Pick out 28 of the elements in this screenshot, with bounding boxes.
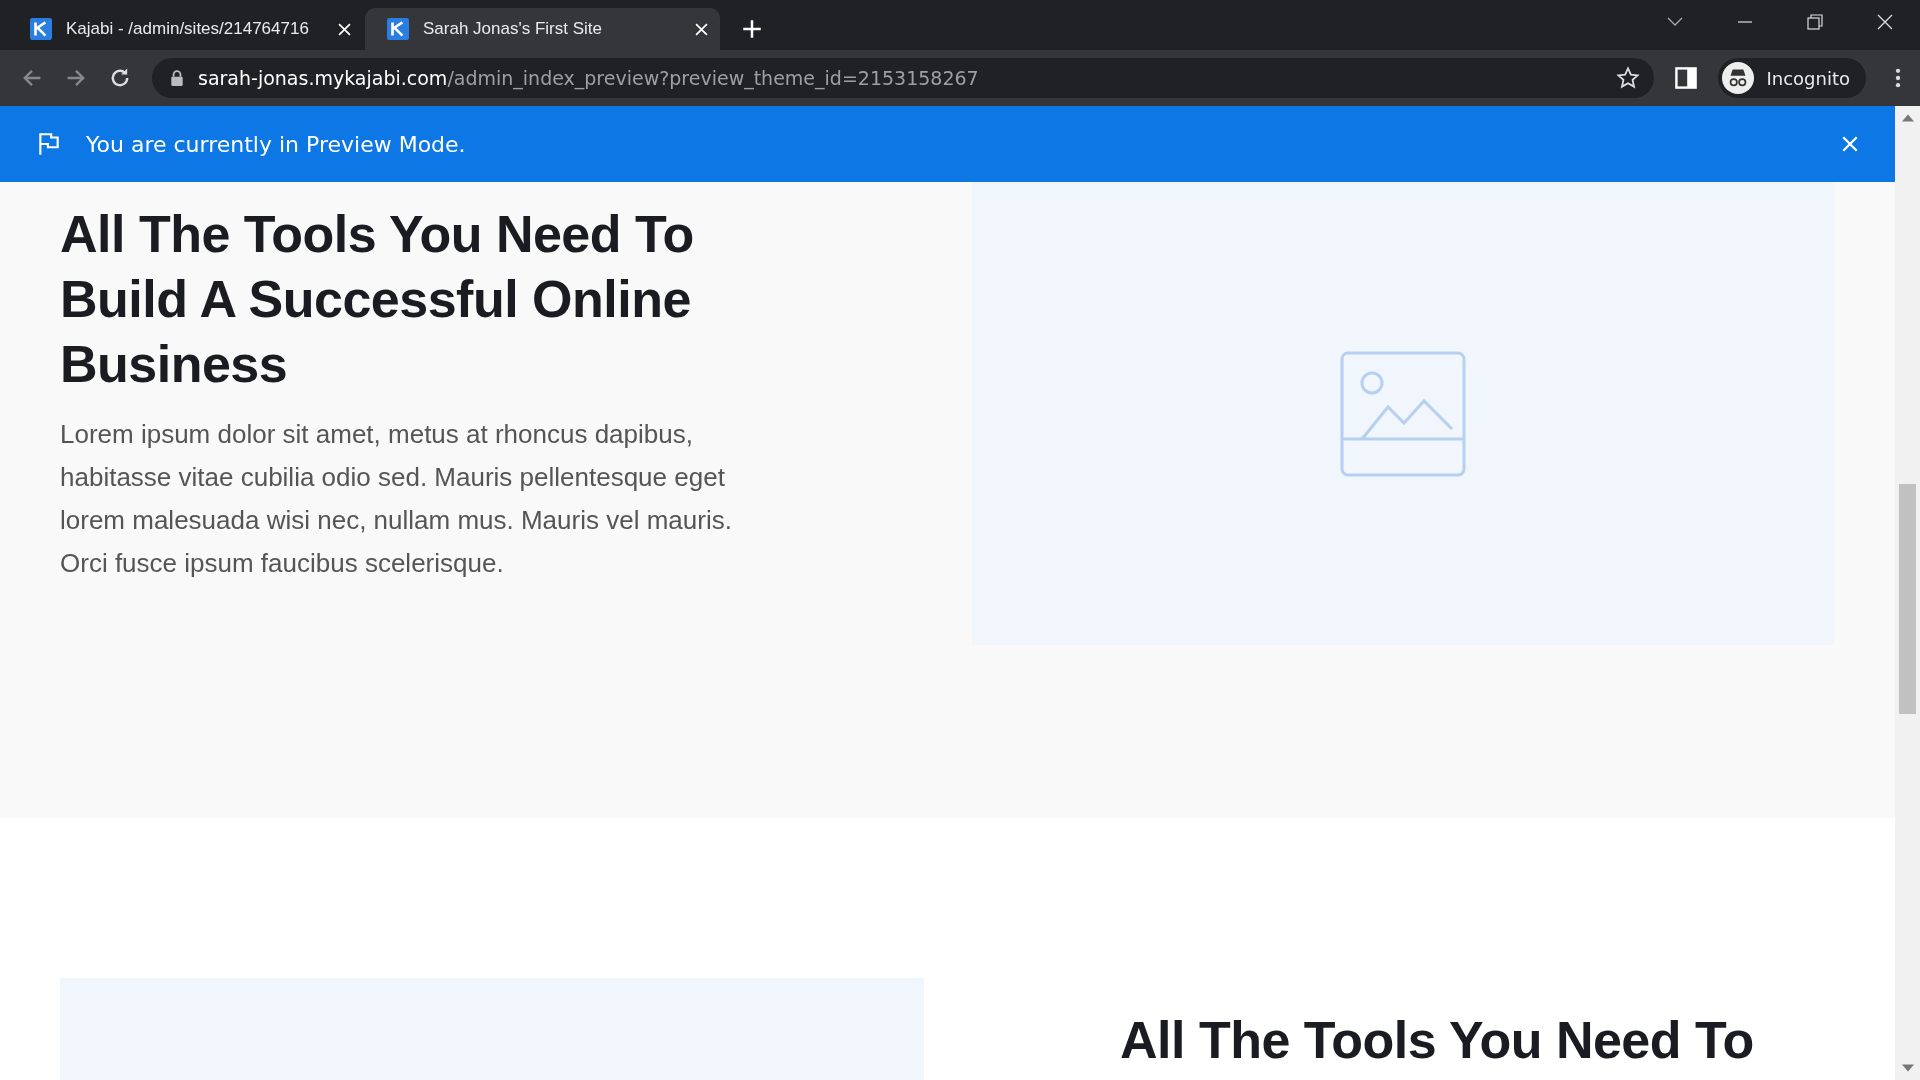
tab-title: Kajabi - /admin/sites/214764716: [66, 19, 310, 39]
section-heading: All The Tools You Need To Build A Successful Online Business: [60, 204, 695, 395]
image-icon: [1340, 350, 1466, 477]
address-bar[interactable]: sarah-jonas.mykajabi.com/admin_index_preview?preview_theme_id=2153158267: [152, 58, 1655, 98]
scroll-up-icon[interactable]: [1901, 114, 1914, 122]
tab-title: Sarah Jonas's First Site: [423, 19, 603, 39]
section-heading: All The Tools You Need To: [1120, 1010, 1754, 1071]
close-tab-icon[interactable]: [695, 22, 708, 36]
flag-icon: [36, 131, 62, 157]
scrollbar[interactable]: [1895, 106, 1920, 1080]
scroll-down-icon[interactable]: [1901, 1064, 1914, 1072]
browser-tab[interactable]: Kajabi - /admin/sites/214764716: [8, 8, 363, 50]
kajabi-logo-icon: [30, 18, 52, 40]
close-icon[interactable]: [1877, 14, 1893, 30]
close-tab-icon[interactable]: [338, 22, 351, 36]
incognito-icon: [1722, 62, 1755, 94]
url-text: sarah-jonas.mykajabi.com/admin_index_preview?preview_theme_id=2153158267: [198, 67, 979, 89]
profile-button[interactable]: Incognito: [1718, 58, 1866, 98]
scrollbar-thumb[interactable]: [1899, 484, 1916, 714]
kajabi-logo-icon: [387, 18, 409, 40]
side-panel-icon[interactable]: [1674, 66, 1699, 90]
new-tab-icon[interactable]: [742, 19, 762, 39]
lock-icon: [170, 70, 184, 86]
browser-tab[interactable]: Sarah Jonas's First Site: [365, 8, 720, 50]
bookmark-star-icon[interactable]: [1616, 66, 1641, 90]
restore-icon[interactable]: [1807, 14, 1823, 30]
banner-text: You are currently in Preview Mode.: [86, 131, 466, 157]
section-text: Lorem ipsum dolor sit amet, metus at rhoncus dapibus, habitasse vitae cubilia odio sed. Mauris pellentesque eget lorem malesuada wisi nec, nullam mus. Mauris vel mauris. Orci fusce ipsum faucibus scelerisque.: [60, 418, 733, 580]
